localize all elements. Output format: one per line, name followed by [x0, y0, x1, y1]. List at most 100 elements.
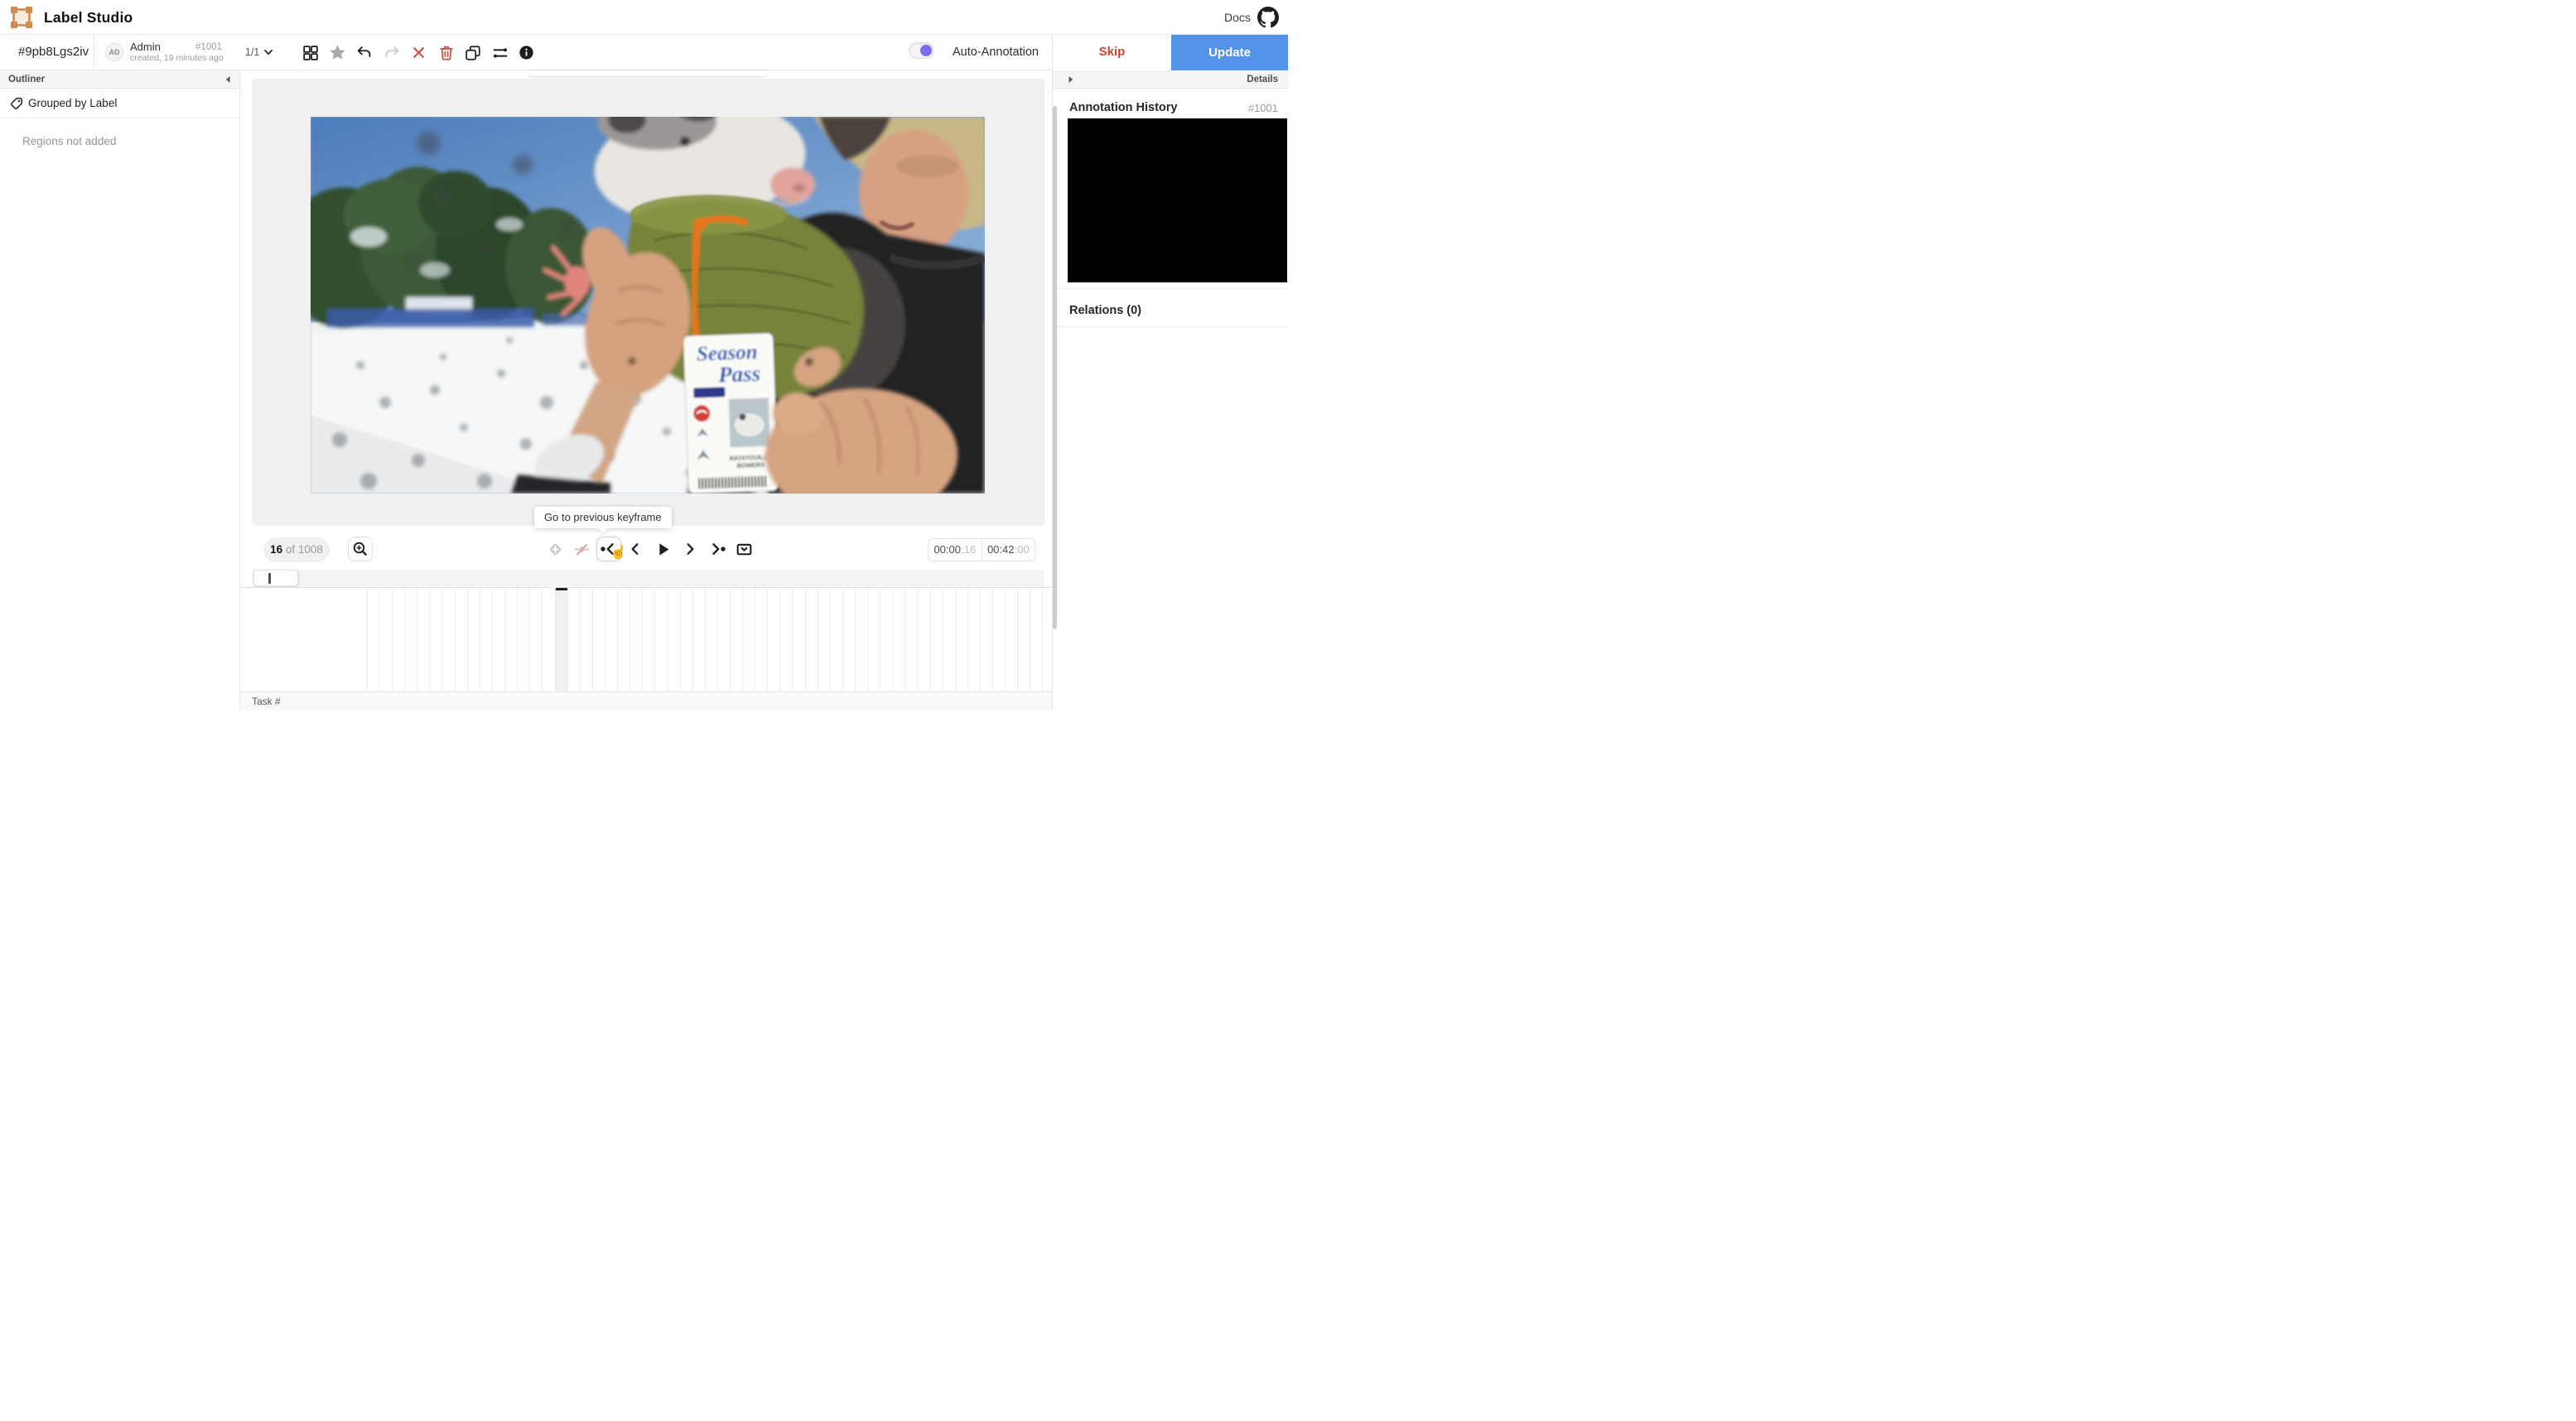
- timeline-tick: [892, 588, 894, 691]
- outliner-panel: Outliner Grouped by Label Regions not ad…: [0, 70, 240, 710]
- timeline-tick: [579, 588, 581, 691]
- time-display: 00:00:16 00:42:00: [928, 538, 1035, 561]
- seek-position-line: [268, 573, 271, 584]
- timeline-tick: [742, 588, 743, 691]
- timeline-tick: [842, 588, 843, 691]
- timeline-tick: [767, 588, 769, 691]
- info-button[interactable]: [515, 41, 538, 64]
- task-footer: Task #: [240, 691, 1052, 710]
- video-frame[interactable]: Season Pass RATATOUILLE BOWERS: [311, 117, 985, 494]
- docs-link[interactable]: Docs: [1224, 0, 1251, 35]
- annotation-pager: 1/1: [245, 46, 260, 58]
- auto-annotation-toggle[interactable]: [909, 42, 934, 59]
- timeline-tick: [379, 588, 381, 691]
- timeline-playhead[interactable]: [554, 588, 567, 691]
- seek-handle[interactable]: [253, 570, 298, 586]
- details-title: Details: [1247, 75, 1278, 84]
- task-id[interactable]: #9pb8Lgs2iv: [0, 35, 94, 70]
- time-duration-frames: :00: [1014, 543, 1030, 556]
- frame-of: of: [285, 543, 296, 556]
- frame-counter[interactable]: 16 of 1008: [263, 537, 330, 562]
- timeline-grid[interactable]: [240, 587, 1052, 691]
- frame-total: 1008: [297, 543, 323, 556]
- details-panel: Details Annotation History #1001 Relatio…: [1052, 70, 1288, 710]
- settings-sliders-button[interactable]: [489, 41, 511, 64]
- timeline-tick: [367, 588, 368, 691]
- annotator-avatar[interactable]: AD: [105, 43, 123, 61]
- timeline-tick: [1017, 588, 1019, 691]
- floating-toolbar-edge: [528, 70, 768, 76]
- duplicate-annotation-button[interactable]: [461, 41, 484, 64]
- zoom-in-button[interactable]: [348, 537, 373, 561]
- annotation-id: #1001: [195, 42, 222, 52]
- seek-track[interactable]: [253, 570, 1044, 586]
- outliner-header: Outliner: [0, 70, 239, 89]
- app-header: Label Studio Docs: [0, 0, 1288, 35]
- label-studio-app: Label Studio Docs #9pb8Lgs2iv AD Admin c…: [0, 0, 1288, 710]
- tooltip: Go to previous keyframe: [534, 507, 672, 528]
- toggle-interpolation-button[interactable]: [569, 537, 594, 561]
- timeline-tick: [716, 588, 718, 691]
- time-position-main: 00:00: [933, 543, 961, 556]
- toggle-knob: [920, 45, 932, 56]
- timeline-tick: [392, 588, 393, 691]
- timeline-tick: [554, 588, 556, 691]
- next-keyframe-button[interactable]: [705, 537, 730, 561]
- github-icon[interactable]: [1257, 7, 1279, 28]
- update-button[interactable]: Update: [1171, 35, 1288, 70]
- page-title: Label Studio: [44, 9, 133, 26]
- annotation-history-title: Annotation History: [1069, 101, 1178, 114]
- time-position-frames: :16: [960, 543, 977, 556]
- annotation-history-thumbnail[interactable]: [1068, 118, 1287, 282]
- timeline-tick: [441, 588, 443, 691]
- timeline-tick: [692, 588, 693, 691]
- timeline-tick: [567, 588, 568, 691]
- timeline-tick: [792, 588, 794, 691]
- timeline-tick: [679, 588, 681, 691]
- timeline-tick: [466, 588, 468, 691]
- timeline-tick: [454, 588, 456, 691]
- add-keypoint-button[interactable]: [543, 537, 567, 561]
- content-scrollbar[interactable]: [1053, 106, 1057, 629]
- tag-icon: [11, 98, 22, 109]
- badge-name2: BOWERS: [736, 461, 765, 470]
- timeline-tick: [504, 588, 506, 691]
- timeline-tick: [542, 588, 543, 691]
- star-ground-truth-button[interactable]: [326, 41, 349, 64]
- timeline-tick: [804, 588, 806, 691]
- skip-button[interactable]: Skip: [1052, 35, 1171, 70]
- timeline-playhead-bar: [554, 588, 567, 590]
- expand-right-icon[interactable]: [1066, 75, 1076, 84]
- timeline-tick: [492, 588, 493, 691]
- timeline-tick: [654, 588, 656, 691]
- timeline-tick: [854, 588, 856, 691]
- time-duration-main: 00:42: [987, 543, 1015, 556]
- collapse-timeline-button[interactable]: [731, 537, 756, 561]
- timeline-tick: [591, 588, 593, 691]
- reset-annotation-button[interactable]: [408, 41, 430, 64]
- annotation-created-timestamp: created, 19 minutes ago: [130, 53, 224, 63]
- annotation-history-id: #1001: [1247, 102, 1278, 114]
- mouse-cursor-pointer: ☝: [609, 544, 628, 561]
- play-button[interactable]: [650, 537, 675, 561]
- timeline-tick: [954, 588, 956, 691]
- chevron-down-icon[interactable]: [262, 46, 275, 59]
- grid-view-button[interactable]: [299, 41, 321, 64]
- timeline-tick: [429, 588, 431, 691]
- auto-annotation-label: Auto-Annotation: [953, 46, 1039, 59]
- time-position[interactable]: 00:00:16: [929, 539, 982, 561]
- undo-button[interactable]: [353, 41, 375, 64]
- timeline-tick: [779, 588, 781, 691]
- next-frame-button[interactable]: [678, 537, 702, 561]
- collapse-left-icon[interactable]: [223, 75, 233, 84]
- delete-annotation-button[interactable]: [435, 41, 457, 64]
- main-content: Season Pass RATATOUILLE BOWERS 16 of 100…: [240, 70, 1052, 710]
- group-by-label-control[interactable]: Grouped by Label: [0, 89, 239, 118]
- timeline-tick: [404, 588, 406, 691]
- redo-button[interactable]: [380, 41, 403, 64]
- divider: [1053, 288, 1288, 289]
- badge-line2: Pass: [717, 361, 761, 388]
- timeline-tick: [617, 588, 618, 691]
- timeline-tick: [967, 588, 968, 691]
- time-duration[interactable]: 00:42:00: [981, 539, 1035, 561]
